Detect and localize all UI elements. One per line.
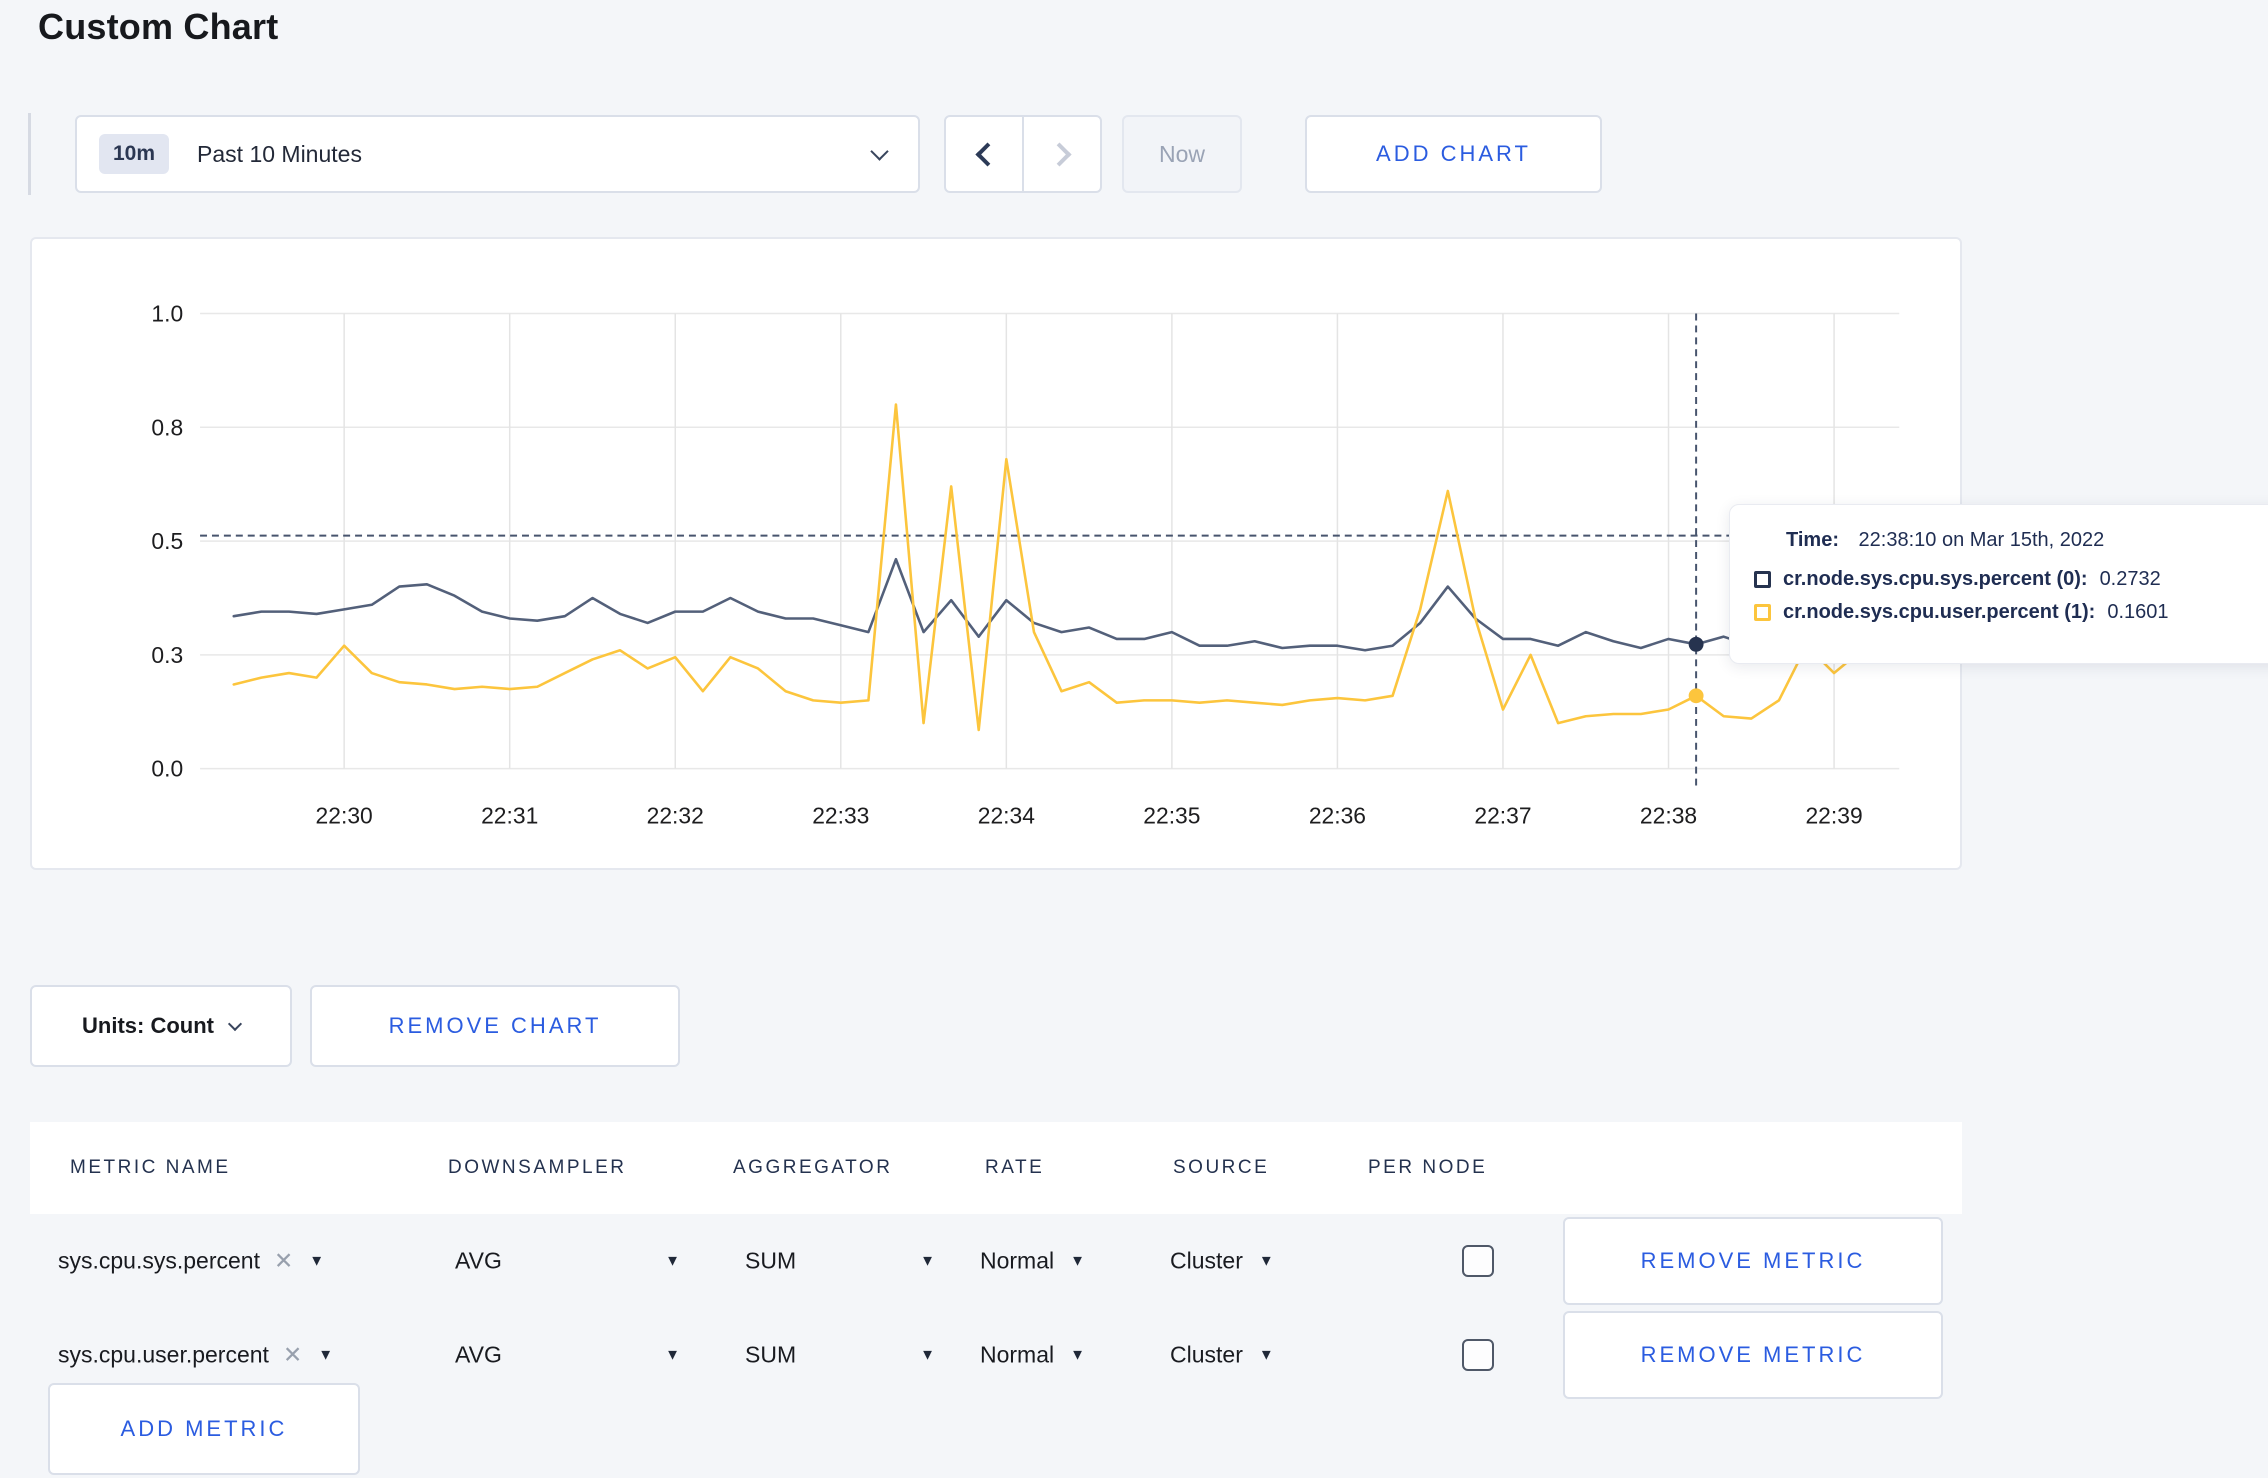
dropdown-arrow-icon: ▼ <box>1258 1252 1274 1270</box>
dropdown-arrow-icon: ▼ <box>1258 1346 1274 1364</box>
rate-value: Normal <box>980 1341 1055 1368</box>
downsampler-value: AVG <box>455 1341 502 1368</box>
metric-row: sys.cpu.sys.percent ✕ ▼ AVG ▼ SUM ▼ Norm… <box>30 1214 1962 1308</box>
metric-name-select[interactable]: sys.cpu.user.percent ✕ ▼ <box>58 1342 333 1369</box>
header-downsampler: DOWNSAMPLER <box>448 1157 627 1178</box>
series-user-legend-icon <box>1754 604 1771 621</box>
dropdown-arrow-icon: ▼ <box>920 1346 935 1364</box>
metric-name-select[interactable]: sys.cpu.sys.percent ✕ ▼ <box>58 1248 324 1275</box>
time-range-label: Past 10 Minutes <box>197 140 362 167</box>
svg-text:0.8: 0.8 <box>151 414 183 440</box>
svg-text:0.3: 0.3 <box>151 642 183 668</box>
tooltip-time-label: Time: <box>1786 529 1839 551</box>
header-per-node: PER NODE <box>1368 1157 1488 1178</box>
svg-text:22:33: 22:33 <box>812 802 869 828</box>
tooltip-series-row: cr.node.sys.cpu.user.percent (1): 0.1601 <box>1754 601 2258 624</box>
header-aggregator: AGGREGATOR <box>733 1157 893 1178</box>
chart-card: 0.0 0.3 0.5 0.8 1.0 22:30 22:31 22:32 22:33 22:34… <box>30 237 1962 870</box>
tooltip-series-row: cr.node.sys.cpu.sys.percent (0): 0.2732 <box>1754 568 2258 591</box>
svg-text:22:35: 22:35 <box>1143 802 1200 828</box>
tooltip-series-label: cr.node.sys.cpu.user.percent (1): <box>1783 601 2096 623</box>
series-sys-legend-icon <box>1754 571 1771 588</box>
remove-chart-button[interactable]: REMOVE CHART <box>310 985 680 1067</box>
dropdown-arrow-icon: ▼ <box>1070 1252 1085 1270</box>
chart-canvas[interactable]: 0.0 0.3 0.5 0.8 1.0 22:30 22:31 22:32 22:33 22:34… <box>32 239 1960 868</box>
remove-metric-label: REMOVE METRIC <box>1640 1342 1866 1367</box>
svg-text:1.0: 1.0 <box>151 300 183 326</box>
units-label: Units: Count <box>82 1013 214 1038</box>
chevron-right-icon <box>1046 141 1072 167</box>
per-node-checkbox[interactable] <box>1462 1339 1494 1371</box>
chevron-down-icon <box>870 142 889 161</box>
add-chart-button[interactable]: ADD CHART <box>1305 115 1602 193</box>
svg-text:0.0: 0.0 <box>151 756 183 782</box>
downsampler-value: AVG <box>455 1247 502 1274</box>
aggregator-select[interactable]: SUM ▼ <box>745 1248 935 1275</box>
prev-range-button[interactable] <box>946 117 1022 191</box>
header-metric-name: METRIC NAME <box>70 1157 231 1178</box>
now-button-label: Now <box>1158 140 1205 167</box>
downsampler-select[interactable]: AVG ▼ <box>455 1248 680 1275</box>
remove-metric-label: REMOVE METRIC <box>1640 1248 1866 1273</box>
dropdown-arrow-icon: ▼ <box>1070 1346 1085 1364</box>
next-range-button[interactable] <box>1022 117 1100 191</box>
svg-text:22:30: 22:30 <box>316 802 373 828</box>
metric-name-label: sys.cpu.sys.percent <box>58 1247 260 1274</box>
aggregator-select[interactable]: SUM ▼ <box>745 1342 935 1369</box>
add-metric-label: ADD METRIC <box>120 1416 288 1441</box>
header-rate: RATE <box>985 1157 1045 1178</box>
clear-metric-icon[interactable]: ✕ <box>274 1248 293 1275</box>
add-metric-button[interactable]: ADD METRIC <box>48 1383 360 1475</box>
dropdown-arrow-icon: ▼ <box>309 1252 325 1270</box>
chevron-left-icon <box>974 141 1000 167</box>
svg-text:22:31: 22:31 <box>481 802 538 828</box>
now-button[interactable]: Now <box>1122 115 1242 193</box>
tooltip-time-value: 22:38:10 on Mar 15th, 2022 <box>1858 529 2105 551</box>
add-chart-label: ADD CHART <box>1376 141 1531 166</box>
svg-text:0.5: 0.5 <box>151 528 183 554</box>
source-select[interactable]: Cluster ▼ <box>1170 1342 1274 1369</box>
tooltip-series-value: 0.1601 <box>2107 601 2169 623</box>
source-value: Cluster <box>1170 1341 1243 1368</box>
svg-text:22:36: 22:36 <box>1309 802 1366 828</box>
page-title: Custom Chart <box>38 6 279 47</box>
downsampler-select[interactable]: AVG ▼ <box>455 1342 680 1369</box>
source-select[interactable]: Cluster ▼ <box>1170 1248 1274 1275</box>
chevron-down-icon <box>227 1016 243 1032</box>
custom-chart-page: { "page": { "title": "Custom Chart", "ba… <box>0 0 2268 1478</box>
dropdown-arrow-icon: ▼ <box>665 1252 680 1270</box>
remove-metric-button[interactable]: REMOVE METRIC <box>1563 1217 1943 1305</box>
rate-select[interactable]: Normal ▼ <box>980 1342 1085 1369</box>
rate-value: Normal <box>980 1247 1055 1274</box>
remove-chart-label: REMOVE CHART <box>388 1013 602 1038</box>
aggregator-value: SUM <box>745 1247 797 1274</box>
per-node-checkbox[interactable] <box>1462 1245 1494 1277</box>
clear-metric-icon[interactable]: ✕ <box>283 1342 302 1369</box>
time-range-badge: 10m <box>99 134 170 174</box>
remove-metric-button[interactable]: REMOVE METRIC <box>1563 1311 1943 1399</box>
source-value: Cluster <box>1170 1247 1243 1274</box>
metric-name-label: sys.cpu.user.percent <box>58 1341 269 1368</box>
dropdown-arrow-icon: ▼ <box>920 1252 935 1270</box>
tooltip-series-label: cr.node.sys.cpu.sys.percent (0): <box>1783 568 2088 590</box>
units-select[interactable]: Units: Count <box>30 985 292 1067</box>
svg-text:22:37: 22:37 <box>1474 802 1531 828</box>
svg-text:22:38: 22:38 <box>1640 802 1697 828</box>
aggregator-value: SUM <box>745 1341 797 1368</box>
dropdown-arrow-icon: ▼ <box>665 1346 680 1364</box>
tooltip-series-value: 0.2732 <box>2099 568 2161 590</box>
tooltip-time-row: Time: 22:38:10 on Mar 15th, 2022 <box>1786 529 2258 552</box>
metrics-table-header: METRIC NAME DOWNSAMPLER AGGREGATOR RATE … <box>30 1122 1962 1214</box>
rate-select[interactable]: Normal ▼ <box>980 1248 1085 1275</box>
svg-text:22:32: 22:32 <box>647 802 704 828</box>
header-source: SOURCE <box>1173 1157 1270 1178</box>
toolbar-left-divider <box>28 113 31 195</box>
dropdown-arrow-icon: ▼ <box>318 1346 334 1364</box>
time-nav-group <box>944 115 1102 193</box>
time-range-select[interactable]: 10m Past 10 Minutes <box>75 115 920 193</box>
chart-tooltip: Time: 22:38:10 on Mar 15th, 2022 cr.node… <box>1729 504 2268 664</box>
svg-text:22:39: 22:39 <box>1805 802 1862 828</box>
svg-text:22:34: 22:34 <box>978 802 1035 828</box>
